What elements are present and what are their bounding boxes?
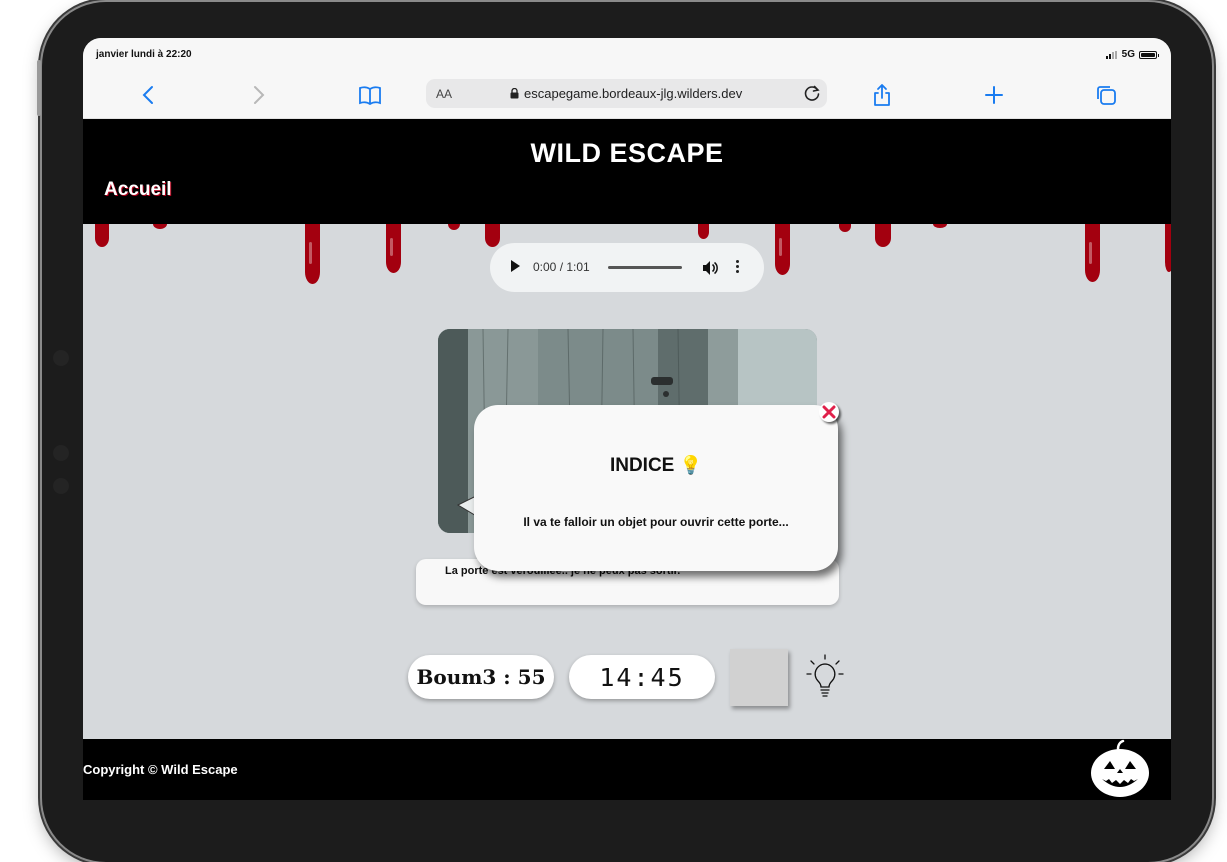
reload-icon[interactable] bbox=[802, 83, 822, 103]
url-text: escapegame.bordeaux-jlg.wilders.dev bbox=[524, 86, 743, 101]
url-display[interactable]: escapegame.bordeaux-jlg.wilders.dev bbox=[510, 86, 742, 101]
forward-button[interactable] bbox=[246, 82, 272, 108]
inventory-slot[interactable] bbox=[730, 649, 788, 706]
status-bar: janvier lundi à 22:20 5G bbox=[83, 38, 1171, 72]
signal-icon bbox=[1105, 50, 1118, 59]
play-button[interactable] bbox=[511, 260, 520, 272]
status-indicators: 5G bbox=[1105, 49, 1159, 60]
lightbulb-emoji-icon: 💡 bbox=[679, 455, 703, 475]
audio-seek-bar[interactable] bbox=[608, 266, 682, 269]
new-tab-button[interactable] bbox=[981, 82, 1007, 108]
camera-dot bbox=[53, 350, 69, 366]
tabs-button[interactable] bbox=[1093, 82, 1119, 108]
tabs-icon bbox=[1097, 86, 1116, 105]
audio-player: 0:00 / 1:01 bbox=[490, 243, 764, 292]
share-icon bbox=[874, 84, 890, 106]
network-label: 5G bbox=[1121, 49, 1135, 60]
volume-icon[interactable] bbox=[701, 259, 719, 277]
battery-icon bbox=[1139, 50, 1159, 59]
sensor-dot bbox=[53, 478, 69, 494]
copyright-text: Copyright © Wild Escape bbox=[83, 762, 238, 777]
close-modal-button[interactable] bbox=[819, 402, 839, 422]
chevron-right-icon bbox=[254, 86, 265, 104]
address-bar[interactable]: AA escapegame.bordeaux-jlg.wilders.dev bbox=[426, 79, 827, 108]
volume-button bbox=[37, 60, 41, 116]
audio-time: 0:00 / 1:01 bbox=[533, 260, 590, 274]
player-score-badge: Boum3 : 55 bbox=[408, 655, 554, 699]
status-time: janvier lundi à 22:20 bbox=[96, 49, 192, 60]
close-icon bbox=[822, 405, 836, 419]
text-size-button[interactable]: AA bbox=[436, 87, 452, 101]
screen: janvier lundi à 22:20 5G AA escapegame.b… bbox=[83, 38, 1171, 800]
pumpkin-icon[interactable] bbox=[1088, 739, 1152, 799]
countdown-timer: 14:45 bbox=[569, 655, 715, 699]
hint-text: Il va te falloir un objet pour ouvrir ce… bbox=[523, 515, 789, 529]
more-options-icon[interactable] bbox=[734, 259, 740, 275]
browser-toolbar: AA escapegame.bordeaux-jlg.wilders.dev bbox=[83, 72, 1171, 119]
plus-icon bbox=[985, 86, 1003, 104]
lock-icon bbox=[510, 88, 519, 99]
hint-title: INDICE 💡 bbox=[474, 455, 838, 477]
chevron-left-icon bbox=[142, 86, 153, 104]
share-button[interactable] bbox=[869, 82, 895, 108]
site-footer: Copyright © Wild Escape bbox=[83, 739, 1171, 800]
book-icon bbox=[359, 86, 381, 105]
back-button[interactable] bbox=[135, 82, 161, 108]
hint-modal: INDICE 💡 Il va te falloir un objet pour … bbox=[474, 405, 838, 571]
sensor-dot bbox=[53, 445, 69, 461]
site-header: WILD ESCAPE Accueil bbox=[83, 119, 1171, 224]
hint-lightbulb-icon[interactable] bbox=[805, 653, 845, 699]
nav-link-home[interactable]: Accueil bbox=[104, 179, 172, 201]
site-title: WILD ESCAPE bbox=[530, 138, 724, 168]
bookmarks-button[interactable] bbox=[357, 82, 383, 108]
hint-title-text: INDICE bbox=[609, 455, 675, 476]
